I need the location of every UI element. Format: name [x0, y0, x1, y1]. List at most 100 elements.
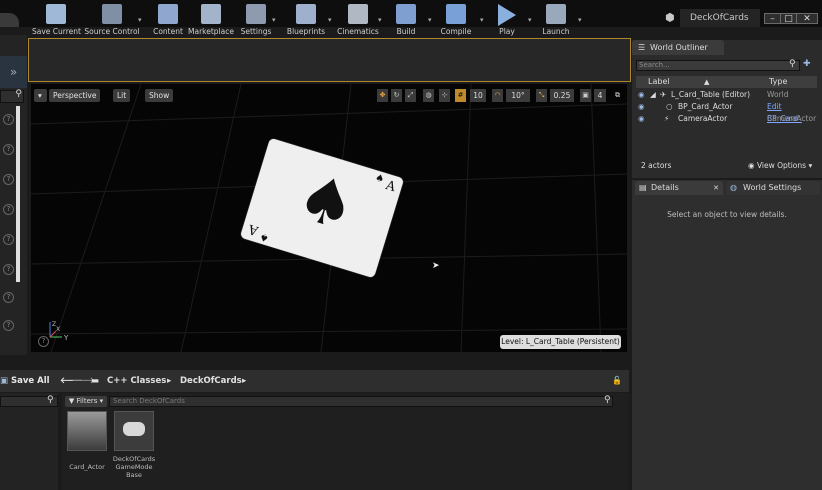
visibility-eye-icon[interactable]: ◉	[638, 113, 645, 125]
asset-label: DeckOfCards GameMode Base	[112, 455, 156, 479]
viewport-options-button[interactable]: ▾	[34, 89, 47, 102]
outliner-row[interactable]: ◉ ⚡ CameraActor CameraActor	[636, 113, 817, 125]
card-suit-center: ♠	[288, 159, 365, 247]
search-icon: ⚲	[15, 89, 22, 99]
card-rank-top: A	[383, 178, 398, 196]
build-button[interactable]: Build	[392, 2, 420, 40]
source-control-button[interactable]: Source Control	[84, 2, 140, 40]
scale-snap-value[interactable]: 0.25	[550, 89, 574, 102]
outliner-footer: 2 actors ◉ View Options ▾	[636, 160, 817, 172]
grid-snap-value[interactable]: 10	[470, 89, 486, 102]
rotation-snap-icon[interactable]: ◠	[492, 89, 503, 102]
card-actor-asset[interactable]	[67, 411, 107, 451]
blueprints-dropdown-arrow[interactable]: ▾	[328, 16, 336, 24]
scale-snap-icon[interactable]: ⤡	[536, 89, 547, 102]
build-icon	[396, 4, 416, 24]
maximize-button[interactable]: □	[780, 13, 797, 24]
save-all-button[interactable]: ▣ Save All	[0, 374, 50, 388]
world-settings-tab[interactable]: ◍ World Settings	[727, 181, 820, 195]
blueprints-button[interactable]: Blueprints	[284, 2, 328, 40]
perspective-button[interactable]: Perspective	[49, 89, 101, 102]
maximize-viewport-icon[interactable]: ⧉	[612, 89, 623, 102]
outliner-search-input[interactable]: Search...	[636, 60, 800, 71]
asset-search-input[interactable]: Search DeckOfCards	[109, 396, 613, 407]
build-dropdown-arrow[interactable]: ▾	[428, 16, 436, 24]
editor-tab[interactable]	[0, 13, 19, 27]
save-icon: ▣	[0, 376, 9, 386]
eye-icon: ◉	[748, 161, 755, 170]
expand-arrow-icon[interactable]: ◢	[650, 89, 656, 101]
filters-button[interactable]: ▼ Filters ▾	[65, 396, 107, 407]
visibility-eye-icon[interactable]: ◉	[638, 89, 645, 101]
show-button[interactable]: Show	[145, 89, 174, 102]
world-icon: ✈	[660, 90, 667, 99]
info-icon: ?	[3, 114, 14, 125]
save-current-button[interactable]: Save Current	[32, 2, 81, 40]
cinematics-button[interactable]: Cinematics	[336, 2, 380, 40]
rotation-snap-value[interactable]: 10°	[506, 89, 530, 102]
play-button[interactable]: Play	[494, 2, 520, 40]
modes-search-input[interactable]: ⚲	[0, 89, 24, 103]
marketplace-button[interactable]: Marketplace	[188, 2, 234, 40]
viewport-info-icon: ?	[38, 336, 49, 347]
info-icon: ?	[3, 234, 14, 245]
compile-icon	[446, 4, 466, 24]
source-control-dropdown-arrow[interactable]: ▾	[138, 16, 146, 24]
card-suit-bottom: ♠	[258, 230, 271, 244]
minimize-button[interactable]: –	[764, 13, 781, 24]
type-column-header[interactable]: Type	[769, 76, 787, 88]
world-outliner-tab[interactable]: ☰ World Outliner	[632, 40, 724, 55]
panel-expand-icon[interactable]: »	[0, 56, 27, 88]
info-icon: ?	[3, 174, 14, 185]
lit-button[interactable]: Lit	[113, 89, 131, 102]
info-icon: ?	[3, 320, 14, 331]
level-name-badge: Level: L_Card_Table (Persistent)	[500, 335, 621, 349]
axis-x-label: X	[56, 326, 60, 333]
details-empty-message: Select an object to view details.	[667, 210, 787, 219]
card-rank-bottom: A	[246, 220, 261, 238]
compile-button[interactable]: Compile	[438, 2, 474, 40]
grid-snap-icon[interactable]: #	[455, 89, 466, 102]
outliner-row[interactable]: ◉ ○ BP_Card_Actor Edit BP_Card_	[636, 101, 817, 123]
source-control-icon	[102, 4, 122, 24]
play-dropdown-arrow[interactable]: ▾	[528, 16, 536, 24]
breadcrumb-cpp-classes[interactable]: C++ Classes	[107, 374, 166, 388]
content-button[interactable]: Content	[150, 2, 186, 40]
world-space-icon[interactable]: ◍	[423, 89, 434, 102]
visibility-eye-icon[interactable]: ◉	[638, 101, 645, 113]
axis-y-label: Y	[63, 334, 69, 342]
scale-mode-icon[interactable]: ⤢	[405, 89, 416, 102]
details-panel	[632, 180, 822, 490]
launch-button[interactable]: Launch	[540, 2, 572, 40]
breadcrumb-separator-icon: ▸	[167, 376, 172, 386]
camera-speed-icon[interactable]: ▣	[580, 89, 591, 102]
cinematics-icon	[348, 4, 368, 24]
sort-ascending-icon: ▲	[704, 78, 710, 86]
close-button[interactable]: ✕	[796, 13, 818, 24]
surface-snap-icon[interactable]: ⊹	[439, 89, 450, 102]
camera-speed-value[interactable]: 4	[594, 89, 606, 102]
info-icon: ?	[3, 292, 14, 303]
actor-count: 2 actors	[641, 161, 672, 170]
blueprints-icon	[296, 4, 316, 24]
breadcrumb-deckofcards[interactable]: DeckOfCards	[180, 374, 242, 388]
gamepad-icon	[123, 422, 145, 436]
details-tab[interactable]: ▤ Details ✕	[635, 181, 723, 195]
add-filter-icon[interactable]: ✚	[803, 59, 811, 69]
label-column-header[interactable]: Label	[648, 76, 670, 88]
settings-dropdown-arrow[interactable]: ▾	[272, 16, 280, 24]
close-icon[interactable]: ✕	[713, 181, 719, 195]
rotate-mode-icon[interactable]: ↻	[391, 89, 402, 102]
launch-dropdown-arrow[interactable]: ▾	[578, 16, 586, 24]
cinematics-dropdown-arrow[interactable]: ▾	[378, 16, 386, 24]
outliner-row[interactable]: ◉ ◢ ✈ L_Card_Table (Editor) World	[636, 89, 817, 101]
modes-scrollbar[interactable]	[16, 106, 20, 282]
select-mode-icon[interactable]: ✥	[377, 89, 388, 102]
settings-button[interactable]: Settings	[238, 2, 274, 40]
project-icon: ⬢	[665, 11, 675, 24]
lock-icon[interactable]: 🔓	[612, 374, 622, 388]
compile-dropdown-arrow[interactable]: ▾	[480, 16, 488, 24]
project-name-tab[interactable]: DeckOfCards	[680, 9, 760, 27]
view-options-button[interactable]: ◉ View Options ▾	[748, 160, 812, 172]
gamemode-asset[interactable]	[114, 411, 154, 451]
